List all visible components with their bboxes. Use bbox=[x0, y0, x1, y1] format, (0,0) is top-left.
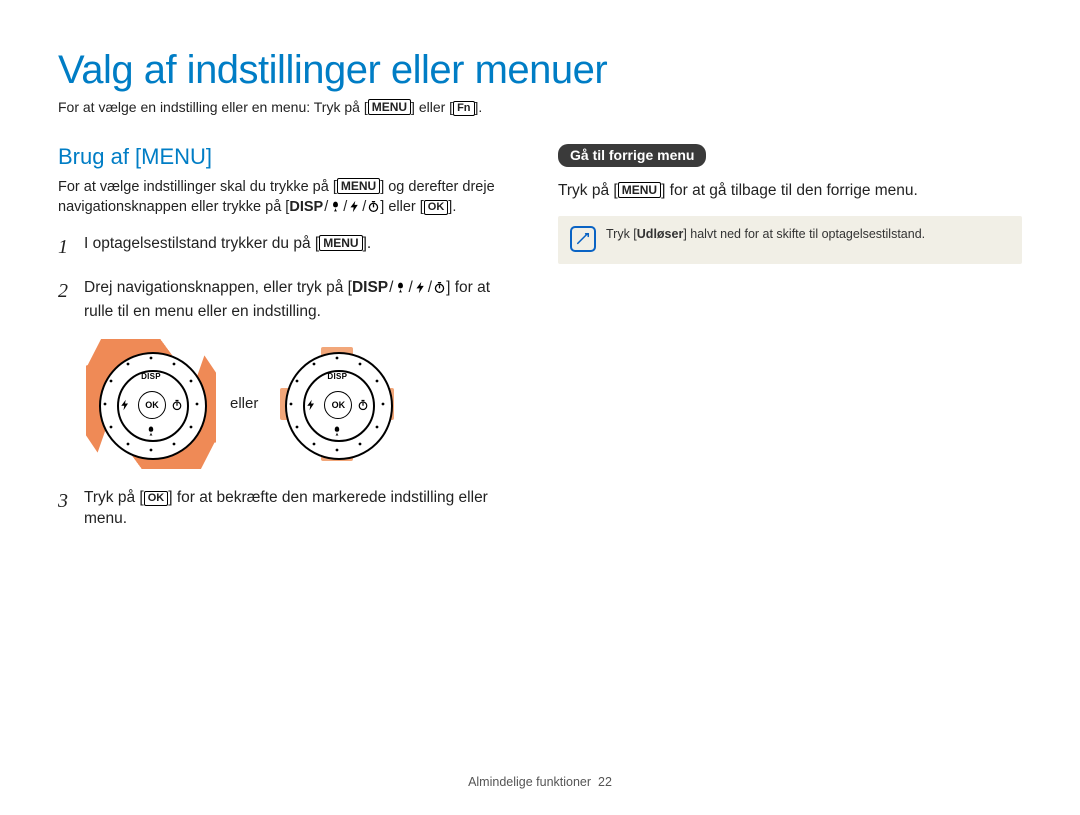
rp-b: ] for at gå tilbage til den forrige menu… bbox=[661, 182, 918, 199]
fn-button-label: Fn bbox=[453, 101, 474, 116]
nb: ] halvt ned for at skifte til optagelses… bbox=[683, 227, 925, 241]
or-label: eller bbox=[230, 395, 258, 412]
note-box: Tryk [Udløser] halvt ned for at skifte t… bbox=[558, 216, 1022, 264]
right-paragraph: Tryk på [MENU] for at gå tilbage til den… bbox=[558, 181, 1022, 202]
section-heading-left: Brug af [MENU] bbox=[58, 144, 522, 170]
menu-button-label: MENU bbox=[368, 99, 411, 115]
intro-a: For at vælge en indstilling eller en men… bbox=[58, 99, 368, 115]
macro-icon bbox=[145, 424, 157, 436]
dial-ok-button: OK bbox=[138, 391, 166, 419]
step-1-text: I optagelsestilstand trykker du på [MENU… bbox=[84, 233, 371, 261]
disp-label: DISP bbox=[289, 199, 323, 215]
lp-d: ]. bbox=[448, 199, 456, 215]
previous-menu-pill: Gå til forrige menu bbox=[558, 144, 706, 167]
step-number-3: 3 bbox=[58, 487, 74, 530]
menu-button-label: MENU bbox=[618, 182, 661, 198]
footer-page-number: 22 bbox=[598, 775, 612, 789]
dial-press: DISP OK bbox=[272, 339, 402, 469]
flash-icon bbox=[305, 398, 317, 410]
macro-icon bbox=[394, 279, 407, 301]
s1a: I optagelsestilstand trykker du på [ bbox=[84, 235, 319, 252]
timer-icon bbox=[367, 200, 380, 220]
steps-list: 1 I optagelsestilstand trykker du på [ME… bbox=[58, 233, 522, 322]
dial-top-label: DISP bbox=[327, 372, 347, 381]
timer-icon bbox=[433, 279, 446, 301]
ok-button-label: OK bbox=[424, 200, 449, 215]
navigation-dials-figure: DISP OK eller bbox=[86, 339, 522, 469]
step-number-1: 1 bbox=[58, 233, 74, 261]
note-text: Tryk [Udløser] halvt ned for at skifte t… bbox=[606, 226, 925, 242]
dial-ok-button: OK bbox=[324, 391, 352, 419]
disp-label: DISP bbox=[352, 279, 388, 296]
macro-icon bbox=[331, 424, 343, 436]
left-paragraph: For at vælge indstillinger skal du trykk… bbox=[58, 178, 522, 219]
s3a: Tryk på [ bbox=[84, 489, 144, 506]
menu-button-label: MENU bbox=[319, 235, 362, 251]
ok-button-label: OK bbox=[144, 491, 169, 506]
dial-top-label: DISP bbox=[141, 372, 161, 381]
intro-b: ] eller [ bbox=[411, 99, 453, 115]
rp-a: Tryk på [ bbox=[558, 182, 618, 199]
left-column: Brug af [MENU] For at vælge indstillinge… bbox=[58, 144, 522, 546]
step-2-text: Drej navigationsknappen, eller tryk på [… bbox=[84, 277, 522, 322]
s1b: ]. bbox=[363, 235, 372, 252]
intro-c: ]. bbox=[475, 99, 483, 115]
steps-list-cont: 3 Tryk på [OK] for at bekræfte den marke… bbox=[58, 487, 522, 530]
right-column: Gå til forrige menu Tryk på [MENU] for a… bbox=[558, 144, 1022, 546]
lp-c: ] eller [ bbox=[380, 199, 424, 215]
flash-icon bbox=[119, 398, 131, 410]
lp-a: For at vælge indstillinger skal du trykk… bbox=[58, 179, 337, 195]
timer-icon bbox=[357, 398, 369, 410]
timer-icon bbox=[171, 398, 183, 410]
page-title: Valg af indstillinger eller menuer bbox=[58, 48, 1022, 93]
flash-icon bbox=[348, 200, 361, 220]
footer-section: Almindelige funktioner bbox=[468, 775, 591, 789]
flash-icon bbox=[414, 279, 427, 301]
dial-rotate: DISP OK bbox=[86, 339, 216, 469]
na: Tryk [ bbox=[606, 227, 637, 241]
note-icon bbox=[570, 226, 596, 252]
s2a: Drej navigationsknappen, eller tryk på [ bbox=[84, 279, 352, 296]
intro-text: For at vælge en indstilling eller en men… bbox=[58, 99, 1022, 116]
menu-button-label: MENU bbox=[337, 178, 380, 194]
macro-icon bbox=[329, 200, 342, 220]
step-number-2: 2 bbox=[58, 277, 74, 322]
step-3-text: Tryk på [OK] for at bekræfte den markere… bbox=[84, 487, 522, 530]
shutter-label: Udløser bbox=[637, 227, 684, 241]
page-footer: Almindelige funktioner 22 bbox=[0, 775, 1080, 789]
